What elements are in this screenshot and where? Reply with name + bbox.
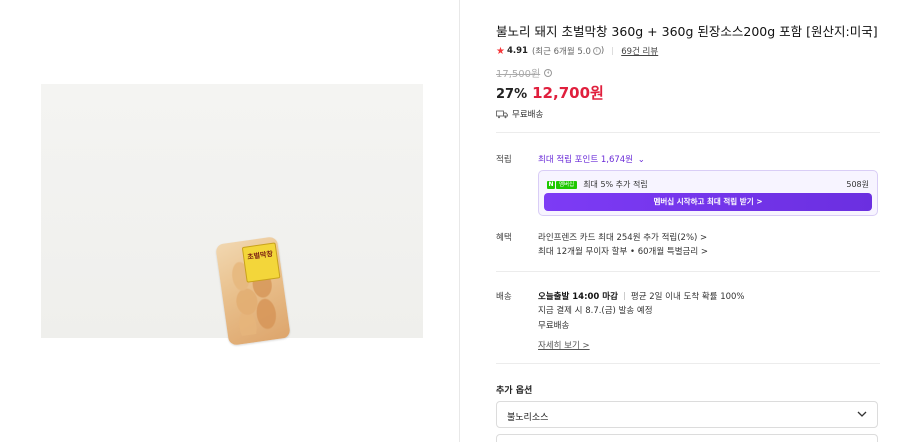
reward-points-link[interactable]: 최대 적립 포인트 1,674원 ⌄ bbox=[538, 153, 645, 165]
sale-price: 12,700원 bbox=[532, 84, 604, 102]
shipping-text: 무료배송 bbox=[512, 110, 544, 120]
reward-points-text: 최대 적립 포인트 1,674원 bbox=[538, 155, 634, 165]
product-package: 초벌막창 bbox=[215, 236, 291, 346]
product-image-pane: 초벌막창 bbox=[0, 0, 460, 442]
star-icon: ★ bbox=[496, 45, 505, 57]
membership-extra-text: 최대 5% 추가 적립 bbox=[583, 180, 648, 189]
option-select[interactable]: 불노리소스 bbox=[496, 401, 878, 428]
today-departure: 오늘출발 14:00 마감 bbox=[538, 292, 618, 302]
rating-value: 4.91 bbox=[506, 46, 528, 56]
original-price-row: 17,500원 i bbox=[496, 65, 553, 80]
membership-start-button[interactable]: 멤버십 시작하고 최대 적립 받기 > bbox=[544, 193, 872, 211]
shipping-row: 무료배송 bbox=[496, 108, 543, 120]
option-selected-value: 불노리소스 bbox=[507, 413, 549, 423]
delivery-label: 배송 bbox=[496, 292, 512, 302]
product-title: 불노리 돼지 초벌막창 360g + 360g 된장소스200g 포함 [원산지… bbox=[496, 24, 878, 39]
price-info-icon[interactable]: i bbox=[544, 68, 553, 77]
separator bbox=[623, 292, 625, 300]
rating-row: ★ 4.91 (최근 6개월 5.0 i ) 69건 리뷰 bbox=[496, 45, 658, 58]
discount-rate: 27% bbox=[496, 87, 528, 102]
pane-divider bbox=[459, 0, 460, 442]
product-image[interactable]: 초벌막창 bbox=[41, 84, 423, 346]
membership-line: N 멤버십 최대 5% 추가 적립 bbox=[547, 179, 648, 190]
membership-amount: 508원 bbox=[846, 180, 869, 189]
benefit-label: 혜택 bbox=[496, 233, 512, 243]
original-price: 17,500원 bbox=[496, 69, 541, 80]
divider bbox=[496, 132, 880, 133]
info-icon[interactable]: i bbox=[592, 47, 601, 55]
delivery-eta: 평균 2일 이내 도착 확률 100% bbox=[630, 292, 745, 302]
chevron-down-icon bbox=[857, 411, 867, 417]
membership-badge: 멤버십 bbox=[556, 180, 578, 189]
truck-icon bbox=[496, 110, 508, 118]
membership-box: N 멤버십 최대 5% 추가 적립 508원 멤버십 시작하고 최대 적립 받기… bbox=[538, 170, 878, 216]
rating-recent: (최근 6개월 5.0 bbox=[531, 47, 591, 57]
product-info-pane: 불노리 돼지 초벌막창 360g + 360g 된장소스200g 포함 [원산지… bbox=[496, 0, 880, 442]
package-label: 초벌막창 bbox=[241, 242, 281, 283]
delivery-fee: 무료배송 bbox=[538, 321, 570, 331]
card-benefit-link[interactable]: 라인프렌즈 카드 최대 254원 추가 적립(2%) > bbox=[538, 231, 707, 243]
delivery-schedule: 지금 결제 시 8.7.(금) 발송 예정 bbox=[538, 306, 653, 316]
naver-n-icon: N bbox=[547, 180, 555, 189]
separator bbox=[612, 47, 614, 55]
installment-benefit-link[interactable]: 최대 12개월 무이자 할부 • 60개월 특별금리 > bbox=[538, 245, 708, 257]
rating-recent-close: ) bbox=[600, 46, 605, 56]
chevron-down-icon: ⌄ bbox=[635, 155, 645, 165]
divider bbox=[496, 271, 880, 272]
delivery-today-row: 오늘출발 14:00 마감 평균 2일 이내 도착 확률 100% bbox=[538, 290, 745, 302]
delivery-details-link[interactable]: 자세히 보기 > bbox=[538, 339, 590, 351]
option-select-next[interactable] bbox=[496, 434, 878, 442]
divider bbox=[496, 363, 880, 364]
price-row: 27% 12,700원 bbox=[496, 82, 604, 103]
option-title: 추가 옵션 bbox=[496, 386, 533, 396]
review-count-link[interactable]: 69건 리뷰 bbox=[621, 45, 658, 57]
reward-label: 적립 bbox=[496, 155, 512, 165]
